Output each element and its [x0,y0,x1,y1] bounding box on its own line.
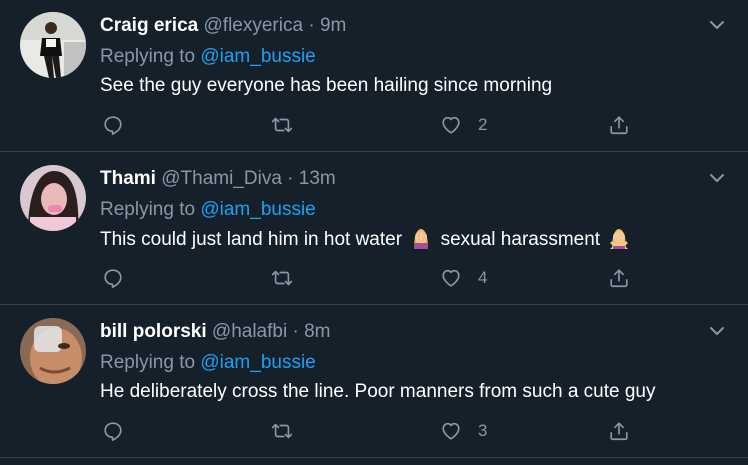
mention-link[interactable]: @iam_bussie [200,199,315,220]
retweet-button[interactable] [271,112,293,138]
woman-facepalming-emoji [414,229,429,249]
reply-button[interactable] [102,265,124,291]
avatar-photo [20,12,86,78]
separator-dot: · [308,15,315,36]
tweet-header: Thami @Thami_Diva · 13m [100,167,336,191]
retweet-button[interactable] [271,265,293,291]
chevron-down-icon[interactable] [708,169,726,187]
reply-button[interactable] [102,112,124,138]
separator-dot: · [287,168,294,189]
like-button[interactable]: 4 [440,265,487,291]
mention-link[interactable]: @iam_bussie [200,46,315,67]
retweet-icon [271,423,293,439]
tweet-actions: 4 [100,265,640,291]
share-icon [610,116,628,135]
tweet-text-part: sexual harassment [440,229,601,250]
heart-icon [442,422,460,440]
separator-dot: · [292,321,299,342]
tweet-text: He deliberately cross the line. Poor man… [100,381,656,402]
tweet-text-part: This could just land him in hot water [100,229,403,250]
reply-icon [104,269,122,288]
tweet-text: This could just land him in hot water se… [100,227,633,252]
tweet-actions: 3 [100,418,640,444]
display-name[interactable]: bill polorski [100,321,207,342]
tweet-actions: 2 [100,112,640,138]
reply-button[interactable] [102,418,124,444]
chevron-down-icon[interactable] [708,322,726,340]
share-icon [610,422,628,441]
timestamp[interactable]: 8m [304,321,330,342]
tweet-text: See the guy everyone has been hailing si… [100,75,553,96]
reply-thread: Craig erica @flexyerica · 9m Replying to… [0,0,748,465]
avatar-photo [20,318,86,384]
tweet-header: bill polorski @halafbi · 8m [100,320,330,344]
tweet-header: Craig erica @flexyerica · 9m [100,14,346,38]
share-button[interactable] [608,418,630,444]
heart-icon [442,116,460,134]
tweet-item[interactable]: Thami @Thami_Diva · 13m Replying to @iam… [0,153,748,305]
reply-icon [104,422,122,441]
like-count: 2 [478,115,488,134]
user-avatar[interactable] [20,165,86,231]
retweet-icon [271,270,293,286]
user-avatar[interactable] [20,12,86,78]
share-button[interactable] [608,265,630,291]
like-count: 3 [478,421,488,440]
like-button[interactable]: 2 [440,112,487,138]
timestamp[interactable]: 13m [299,168,336,189]
display-name[interactable]: Thami [100,168,156,189]
replying-to-label: Replying to [100,352,196,373]
replying-to-line: Replying to @iam_bussie [100,45,316,69]
heart-icon [442,269,460,287]
like-count: 4 [478,268,488,287]
tweet-item[interactable]: Craig erica @flexyerica · 9m Replying to… [0,0,748,152]
mention-link[interactable]: @iam_bussie [200,352,315,373]
avatar-photo [20,165,86,231]
chevron-down-icon[interactable] [708,16,726,34]
timestamp[interactable]: 9m [320,15,346,36]
like-button[interactable]: 3 [440,418,487,444]
share-button[interactable] [608,112,630,138]
woman-gesturing-no-emoji [610,229,628,249]
replying-to-line: Replying to @iam_bussie [100,351,316,375]
replying-to-line: Replying to @iam_bussie [100,198,316,222]
user-handle[interactable]: @flexyerica [204,15,304,36]
user-avatar[interactable] [20,318,86,384]
tweet-item[interactable]: bill polorski @halafbi · 8m Replying to … [0,306,748,458]
share-icon [610,269,628,288]
replying-to-label: Replying to [100,46,196,67]
user-handle[interactable]: @Thami_Diva [161,168,282,189]
user-handle[interactable]: @halafbi [212,321,287,342]
reply-icon [104,116,122,135]
replying-to-label: Replying to [100,199,196,220]
retweet-button[interactable] [271,418,293,444]
retweet-icon [271,117,293,133]
display-name[interactable]: Craig erica [100,15,198,36]
